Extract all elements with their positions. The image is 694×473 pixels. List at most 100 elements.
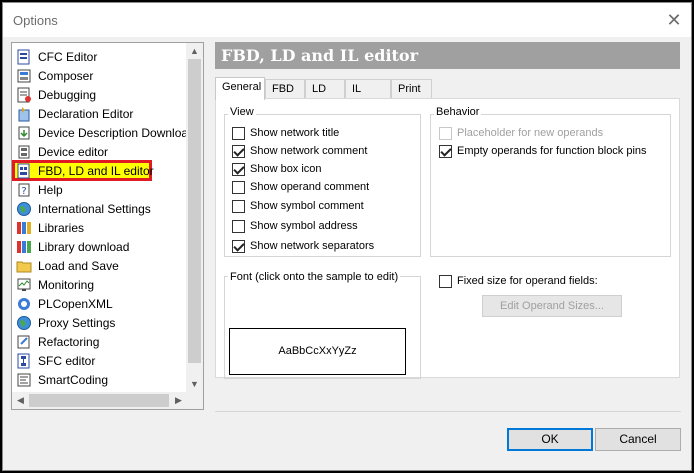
tree-item-smartcoding[interactable]: SmartCoding [16, 370, 186, 389]
tab-ld[interactable]: LD [305, 79, 345, 99]
tree-item-help[interactable]: ? Help [16, 180, 186, 199]
ok-button[interactable]: OK [507, 428, 593, 451]
scroll-thumb[interactable] [188, 59, 201, 363]
show-operand-comment-option[interactable]: Show operand comment [232, 179, 369, 195]
fbd-ld-il-editor-icon [16, 163, 32, 179]
scroll-right-icon[interactable]: ▶ [170, 392, 187, 409]
close-icon: ✕ [666, 10, 682, 30]
show-symbol-comment-checkbox[interactable] [232, 199, 245, 213]
help-icon: ? [16, 182, 32, 198]
fixed-size-checkbox[interactable] [439, 274, 452, 288]
fixed-size-label: Fixed size for operand fields: [457, 275, 598, 287]
tree-item-debugging[interactable]: Debugging [16, 85, 186, 104]
tree-item-label: Composer [38, 68, 94, 83]
proxy-settings-icon [16, 315, 32, 331]
tree-item-label: International Settings [38, 201, 151, 216]
tab-il[interactable]: IL [345, 79, 391, 99]
show-network-title-option[interactable]: Show network title [232, 125, 339, 141]
tree-item-libraries[interactable]: Libraries [16, 218, 186, 237]
show-network-comment-label: Show network comment [250, 145, 368, 157]
sfc-editor-icon [16, 353, 32, 369]
fixed-size-option[interactable]: Fixed size for operand fields: [439, 273, 598, 289]
tree-item-library-download[interactable]: Library download [16, 237, 186, 256]
globe-icon [16, 201, 32, 217]
tab-fbd[interactable]: FBD [265, 79, 305, 99]
svg-text:?: ? [21, 186, 26, 197]
show-box-icon-label: Show box icon [250, 163, 322, 175]
dialog-title: Options [13, 13, 58, 28]
tab-print[interactable]: Print [391, 79, 432, 99]
show-box-icon-option[interactable]: Show box icon [232, 161, 322, 177]
tree-item-label: Debugging [38, 87, 97, 102]
scroll-thumb[interactable] [29, 394, 169, 407]
tree-item-label: Device editor [38, 144, 109, 159]
tab-general[interactable]: General [215, 77, 265, 100]
folder-icon [16, 258, 32, 274]
show-box-icon-checkbox[interactable] [232, 162, 245, 176]
show-network-title-label: Show network title [250, 127, 340, 139]
show-network-title-checkbox[interactable] [232, 126, 245, 140]
font-sample[interactable]: AaBbCcXxYyZz [229, 328, 406, 375]
scroll-left-icon[interactable]: ◀ [12, 392, 29, 409]
tree-item-label: Proxy Settings [38, 315, 116, 330]
empty-operands-checkbox[interactable] [439, 144, 452, 158]
debugging-icon [16, 87, 32, 103]
tree-item-label: Library download [38, 239, 130, 254]
dialog-separator [215, 411, 681, 412]
composer-icon [16, 68, 32, 84]
tree-vertical-scrollbar[interactable]: ▲ ▼ [186, 43, 203, 392]
plcopenxml-icon [16, 296, 32, 312]
tree-item-label: Device Description Download [38, 125, 187, 140]
empty-operands-label: Empty operands for function block pins [457, 145, 647, 157]
tree-item-label: Load and Save [38, 258, 119, 273]
view-group-label: View [228, 106, 256, 118]
tree-item-declaration-editor[interactable]: Declaration Editor [16, 104, 186, 123]
tree-item-proxy-settings[interactable]: Proxy Settings [16, 313, 186, 332]
tree-item-fbd-ld-il-editor[interactable]: FBD, LD and IL editor [12, 160, 186, 181]
empty-operands-option[interactable]: Empty operands for function block pins [439, 143, 647, 159]
tree-item-device-description-download[interactable]: Device Description Download [16, 123, 187, 142]
show-symbol-comment-label: Show symbol comment [250, 200, 364, 212]
tree-item-load-and-save[interactable]: Load and Save [16, 256, 186, 275]
tree-item-label: PLCopenXML [38, 296, 113, 311]
declaration-editor-icon [16, 106, 32, 122]
tree-item-international-settings[interactable]: International Settings [16, 199, 186, 218]
cancel-button[interactable]: Cancel [595, 428, 681, 451]
tree-item-label: Monitoring [38, 277, 95, 292]
tree-item-device-editor[interactable]: Device editor [16, 142, 186, 161]
placeholder-new-operands-option[interactable]: Placeholder for new operands [439, 125, 603, 141]
scroll-down-icon[interactable]: ▼ [186, 376, 203, 392]
tree-item-refactoring[interactable]: Refactoring [16, 332, 186, 351]
show-symbol-address-checkbox[interactable] [232, 219, 245, 233]
close-button[interactable]: ✕ [663, 9, 685, 31]
show-operand-comment-checkbox[interactable] [232, 180, 245, 194]
scroll-up-icon[interactable]: ▲ [186, 43, 203, 59]
device-description-download-icon [16, 125, 32, 141]
tree-item-plcopenxml[interactable]: PLCopenXML [16, 294, 186, 313]
edit-operand-sizes-button[interactable]: Edit Operand Sizes... [482, 295, 622, 317]
tree-item-label: Libraries [38, 220, 85, 235]
monitoring-icon [16, 277, 32, 293]
refactoring-icon [16, 334, 32, 350]
show-network-separators-option[interactable]: Show network separators [232, 238, 374, 254]
tree-item-label: Refactoring [38, 334, 100, 349]
tree-item-monitoring[interactable]: Monitoring [16, 275, 186, 294]
libraries-icon [16, 220, 32, 236]
category-tree: CFC Editor Composer Debugging Declaratio… [11, 42, 204, 410]
tree-horizontal-scrollbar[interactable]: ◀ ▶ [12, 392, 187, 409]
tree-item-cfc-editor[interactable]: CFC Editor [16, 47, 186, 66]
category-list: CFC Editor Composer Debugging Declaratio… [12, 43, 187, 392]
show-symbol-address-option[interactable]: Show symbol address [232, 218, 358, 234]
tree-item-label: CFC Editor [38, 49, 98, 64]
placeholder-new-operands-checkbox[interactable] [439, 126, 452, 140]
scrollbar-corner [186, 392, 203, 409]
panel-title: FBD, LD and IL editor [215, 42, 680, 69]
show-symbol-comment-option[interactable]: Show symbol comment [232, 198, 364, 214]
tab-page-general: View Show network title Show network com… [215, 98, 680, 379]
tree-item-sfc-editor[interactable]: SFC editor [16, 351, 186, 370]
tree-item-composer[interactable]: Composer [16, 66, 186, 85]
show-network-separators-checkbox[interactable] [232, 239, 245, 253]
show-network-comment-checkbox[interactable] [232, 144, 245, 158]
tree-item-label: SFC editor [38, 353, 96, 368]
show-network-comment-option[interactable]: Show network comment [232, 143, 367, 159]
